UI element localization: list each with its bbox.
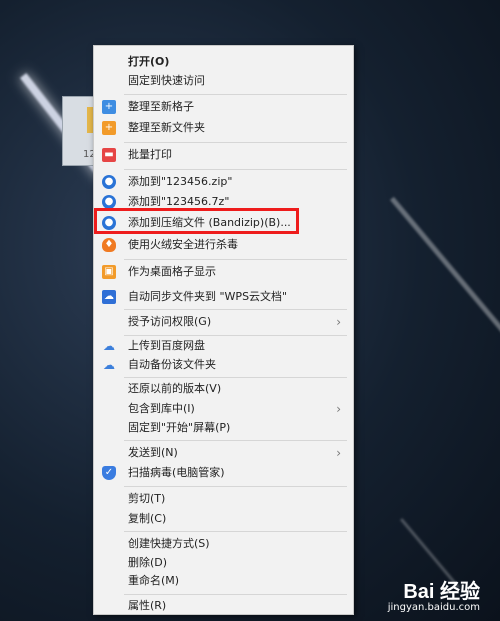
bandizip-icon: ●: [102, 195, 116, 209]
menu-item-pin-quick-access[interactable]: 固定到快速访问: [94, 71, 353, 91]
watermark-url: jingyan.baidu.com: [387, 602, 480, 613]
menu-item-pin-start[interactable]: 固定到"开始"屏幕(P): [94, 418, 353, 438]
menu-separator: [124, 142, 347, 143]
chevron-right-icon: ›: [336, 446, 341, 460]
menu-item-label: 剪切(T): [128, 492, 166, 505]
baidu-jingyan-watermark: Bai 经验 jingyan.baidu.com: [388, 575, 480, 613]
new-folder-icon: +: [102, 121, 116, 135]
menu-separator: [124, 486, 347, 487]
menu-item-label: 固定到快速访问: [128, 74, 205, 87]
menu-item-send-to[interactable]: 发送到(N) ›: [94, 443, 353, 463]
menu-item-label: 重命名(M): [128, 574, 180, 587]
menu-item-label: 属性(R): [128, 599, 167, 612]
menu-item-label: 发送到(N): [128, 446, 178, 459]
menu-item-label: 授予访问权限(G): [128, 315, 212, 328]
menu-item-grant-access[interactable]: 授予访问权限(G) ›: [94, 312, 353, 332]
menu-item-label: 整理至新格子: [128, 100, 194, 113]
pc-manager-shield-icon: ✓: [102, 466, 116, 480]
menu-item-label: 批量打印: [128, 148, 172, 161]
menu-item-add-zip[interactable]: ● 添加到"123456.zip": [94, 172, 353, 192]
menu-item-desktop-grid[interactable]: ▣ 作为桌面格子显示: [94, 262, 353, 282]
menu-item-include-library[interactable]: 包含到库中(I) ›: [94, 399, 353, 419]
baidu-netdisk-icon: ☁: [103, 358, 115, 372]
baidu-netdisk-icon: ☁: [103, 339, 115, 353]
menu-item-cut[interactable]: 剪切(T): [94, 489, 353, 509]
menu-separator: [124, 594, 347, 595]
menu-item-label: 打开(O): [128, 55, 170, 68]
menu-item-label: 复制(C): [128, 512, 167, 525]
watermark-brand: Bai 经验: [403, 581, 480, 603]
menu-item-rename[interactable]: 重命名(M): [94, 571, 353, 591]
menu-item-baidu-upload[interactable]: ☁ 上传到百度网盘: [94, 336, 353, 356]
menu-item-organize-folder[interactable]: + 整理至新文件夹: [94, 118, 353, 138]
menu-item-label: 使用火绒安全进行杀毒: [128, 238, 238, 251]
menu-item-label: 删除(D): [128, 556, 168, 569]
bandizip-icon: ●: [102, 175, 116, 189]
menu-separator: [124, 169, 347, 170]
menu-item-create-shortcut[interactable]: 创建快捷方式(S): [94, 534, 353, 554]
menu-item-wps-sync[interactable]: ☁ 自动同步文件夹到 "WPS云文档": [94, 287, 353, 307]
menu-item-label: 整理至新文件夹: [128, 121, 205, 134]
printer-icon: ▬: [102, 148, 116, 162]
highlight-box: [94, 208, 299, 234]
menu-item-huorong-scan[interactable]: ♦ 使用火绒安全进行杀毒: [94, 235, 353, 255]
menu-separator: [124, 259, 347, 260]
menu-item-baidu-backup[interactable]: ☁ 自动备份该文件夹: [94, 355, 353, 375]
menu-separator: [124, 531, 347, 532]
menu-item-label: 固定到"开始"屏幕(P): [128, 421, 231, 434]
screen-glare: [390, 196, 500, 361]
menu-item-label: 上传到百度网盘: [128, 339, 205, 352]
menu-item-batch-print[interactable]: ▬ 批量打印: [94, 145, 353, 165]
menu-item-organize-grid[interactable]: + 整理至新格子: [94, 97, 353, 117]
menu-item-label: 还原以前的版本(V): [128, 382, 222, 395]
menu-item-pc-manager-scan[interactable]: ✓ 扫描病毒(电脑管家): [94, 463, 353, 483]
menu-item-label: 自动备份该文件夹: [128, 358, 216, 371]
menu-separator: [124, 309, 347, 310]
menu-item-label: 作为桌面格子显示: [128, 265, 216, 278]
menu-item-label: 包含到库中(I): [128, 402, 195, 415]
menu-item-delete[interactable]: 删除(D): [94, 553, 353, 573]
menu-item-properties[interactable]: 属性(R): [94, 596, 353, 616]
menu-item-copy[interactable]: 复制(C): [94, 509, 353, 529]
menu-item-label: 扫描病毒(电脑管家): [128, 466, 225, 479]
huorong-icon: ♦: [102, 238, 116, 252]
menu-item-label: 创建快捷方式(S): [128, 537, 210, 550]
chevron-right-icon: ›: [336, 402, 341, 416]
chevron-right-icon: ›: [336, 315, 341, 329]
menu-separator: [124, 377, 347, 378]
menu-item-restore-versions[interactable]: 还原以前的版本(V): [94, 379, 353, 399]
menu-item-open[interactable]: 打开(O): [94, 52, 353, 72]
menu-item-label: 添加到"123456.zip": [128, 175, 233, 188]
menu-separator: [124, 94, 347, 95]
desktop-grid-icon: ▣: [102, 265, 116, 279]
wps-cloud-icon: ☁: [102, 290, 116, 304]
menu-item-label: 自动同步文件夹到 "WPS云文档": [128, 290, 288, 303]
context-menu: 打开(O) 固定到快速访问 + 整理至新格子 + 整理至新文件夹 ▬ 批量打印 …: [93, 45, 354, 615]
fences-grid-icon: +: [102, 100, 116, 114]
menu-separator: [124, 440, 347, 441]
